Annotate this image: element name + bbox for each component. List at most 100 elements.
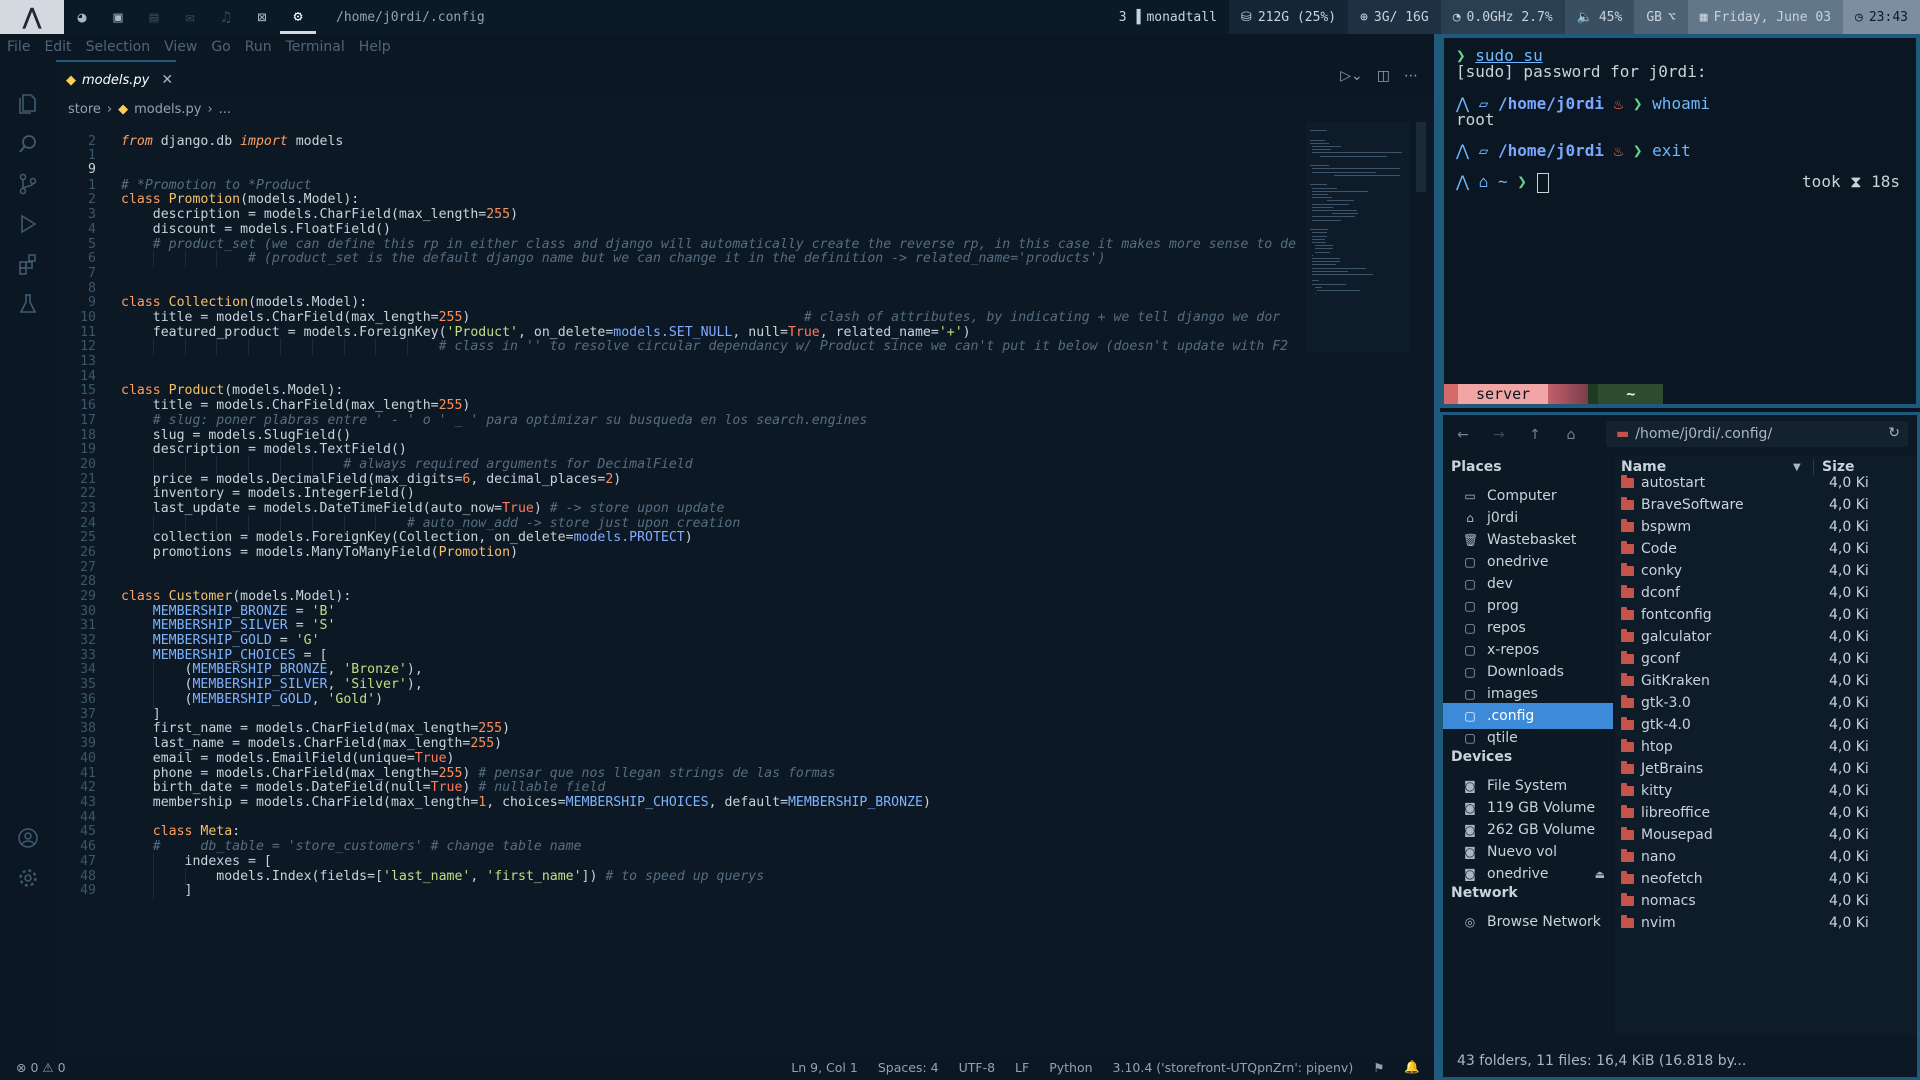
minimap-line (1312, 261, 1340, 263)
run-file-icon[interactable]: ▷⌄ (1340, 68, 1363, 84)
menu-run[interactable]: Run (238, 39, 279, 55)
folder-icon: ▢ (1464, 555, 1476, 569)
language-mode[interactable]: Python (1039, 1060, 1102, 1075)
editor-scrollbar[interactable] (1416, 122, 1426, 192)
side-pane-item[interactable]: ◎ Browse Network (1443, 909, 1613, 935)
minimap-line (1310, 229, 1328, 231)
minimap[interactable] (1306, 122, 1410, 352)
group-terminal-icon[interactable]: ▣ (100, 0, 136, 34)
code-line[interactable]: 49 ] (56, 882, 1306, 900)
file-size: 4,0 Ki (1829, 540, 1869, 557)
menu-bar: File Edit Selection View Go Run Terminal… (0, 34, 1434, 60)
end-of-line[interactable]: LF (1005, 1060, 1039, 1075)
feedback-icon[interactable]: ⚑ (1363, 1060, 1394, 1075)
terminal-output: root (1456, 110, 1495, 129)
python-interpreter[interactable]: 3.10.4 ('storefront-UTQpnZrn': pipenv) (1103, 1060, 1364, 1075)
hourglass-icon: ⧗ (1850, 172, 1862, 191)
volume-widget[interactable]: 🔈 45% (1564, 0, 1635, 34)
side-pane-label: onedrive (1487, 866, 1549, 882)
group-code-icon[interactable]: ⊠ (244, 0, 280, 34)
code-editor[interactable]: 2 from django.db import models 1 9 1 # *Promo… (56, 122, 1306, 1080)
eject-icon[interactable]: ⏏ (1595, 868, 1605, 881)
explorer-icon[interactable] (16, 92, 40, 116)
group-music-icon[interactable]: ♫ (208, 0, 244, 34)
menu-go[interactable]: Go (204, 39, 237, 55)
took-value: 18s (1871, 172, 1900, 191)
side-pane-label: j0rdi (1487, 510, 1519, 526)
menu-view[interactable]: View (157, 39, 204, 55)
breadcrumb-folder[interactable]: store (68, 102, 101, 117)
folder-icon (1621, 606, 1634, 620)
group-settings-icon[interactable]: ⚙ (280, 0, 316, 34)
network-icon: ◎ (1464, 915, 1476, 929)
folder-icon (1621, 496, 1634, 510)
error-icon: ⊗ (16, 1059, 27, 1075)
keyboard-widget[interactable]: GB ⌥ (1634, 0, 1688, 34)
indentation[interactable]: Spaces: 4 (868, 1060, 949, 1075)
reload-icon[interactable]: ↻ (1888, 425, 1900, 441)
folder-icon (1621, 914, 1634, 928)
source-control-icon[interactable] (16, 172, 40, 196)
window-title: /home/j0rdi/.config (336, 9, 485, 25)
clock-text: 23:43 (1868, 9, 1908, 25)
home-icon: ⌂ (1466, 511, 1474, 525)
forward-arrow-icon[interactable]: → (1481, 427, 1517, 443)
arch-logo-icon[interactable]: ⋀ (0, 0, 64, 34)
side-pane-item[interactable]: ▢ qtile (1443, 725, 1613, 751)
terminal-line-5: ⋀ ▱ /home/j0rdi ♨ ❯ exit (1456, 141, 1691, 160)
encoding[interactable]: UTF-8 (949, 1060, 1005, 1075)
layout-widget[interactable]: 3 ▐ monadtall (1106, 0, 1229, 34)
folder-icon (1621, 738, 1634, 752)
minimap-line (1334, 174, 1401, 176)
folder-icon (1621, 892, 1634, 906)
cursor-position[interactable]: Ln 9, Col 1 (781, 1060, 868, 1075)
home-icon[interactable]: ⌂ (1553, 427, 1589, 443)
menu-help[interactable]: Help (352, 39, 398, 55)
minimap-line (1312, 283, 1346, 285)
extensions-icon[interactable] (16, 252, 40, 276)
menu-terminal[interactable]: Terminal (279, 39, 352, 55)
minimap-line (1317, 290, 1360, 291)
breadcrumb-rest[interactable]: ... (219, 102, 231, 117)
breadcrumb-file[interactable]: models.py (134, 102, 201, 117)
notifications-bell-icon[interactable]: 🔔 (1394, 1059, 1430, 1075)
folder-icon (1621, 672, 1634, 686)
split-editor-icon[interactable]: ◫ (1377, 68, 1390, 84)
terminal-window[interactable]: ❯ sudo su [sudo] password for j0rdi: ⋀ ▱… (1440, 34, 1920, 408)
manage-gear-icon[interactable] (16, 866, 40, 890)
group-files-icon[interactable]: ▤ (136, 0, 172, 34)
computer-icon: ▭ (1464, 489, 1476, 503)
file-name: galculator (1641, 628, 1712, 645)
group-mail-icon[interactable]: ✉ (172, 0, 208, 34)
more-actions-icon[interactable]: ⋯ (1404, 68, 1418, 84)
file-name: gtk-3.0 (1641, 694, 1691, 711)
file-list[interactable]: Name ▼ Size autostart 4,0 Ki BraveSoftware… (1615, 455, 1917, 1035)
menu-edit[interactable]: Edit (37, 39, 78, 55)
testing-flask-icon[interactable] (16, 292, 40, 316)
problems-indicator[interactable]: ⊗ 0 ⚠ 0 (6, 1060, 76, 1075)
up-arrow-icon[interactable]: ↑ (1517, 427, 1553, 443)
run-debug-icon[interactable] (16, 212, 40, 236)
file-row[interactable]: nvim 4,0 Ki (1615, 909, 1917, 936)
close-tab-icon[interactable]: ✕ (161, 72, 173, 88)
warning-icon: ⚠ (42, 1059, 54, 1075)
minimap-line (1312, 242, 1327, 243)
location-bar[interactable]: ▬ /home/j0rdi/.config/ ↻ (1606, 421, 1908, 447)
folder-icon: ▢ (1464, 621, 1476, 635)
folder-icon: ▢ (1464, 665, 1476, 679)
file-size: 4,0 Ki (1829, 606, 1869, 623)
python-file-icon: ◆ (118, 101, 129, 117)
arch-prompt-icon: ⋀ (1456, 172, 1479, 191)
tab-models-py[interactable]: ◆ models.py ✕ (56, 60, 176, 98)
menu-selection[interactable]: Selection (79, 39, 158, 55)
side-pane-item[interactable]: ◙ onedrive ⏏ (1443, 861, 1613, 887)
account-icon[interactable] (16, 826, 40, 850)
back-arrow-icon[interactable]: ← (1445, 427, 1481, 443)
menu-file[interactable]: File (0, 39, 37, 55)
group-firefox-icon[interactable]: ◕ (64, 0, 100, 34)
search-icon[interactable] (16, 132, 40, 156)
folder-icon (1621, 584, 1634, 598)
line-number: 49 (80, 883, 96, 898)
file-name: nano (1641, 848, 1676, 865)
minimap-line (1312, 254, 1313, 256)
